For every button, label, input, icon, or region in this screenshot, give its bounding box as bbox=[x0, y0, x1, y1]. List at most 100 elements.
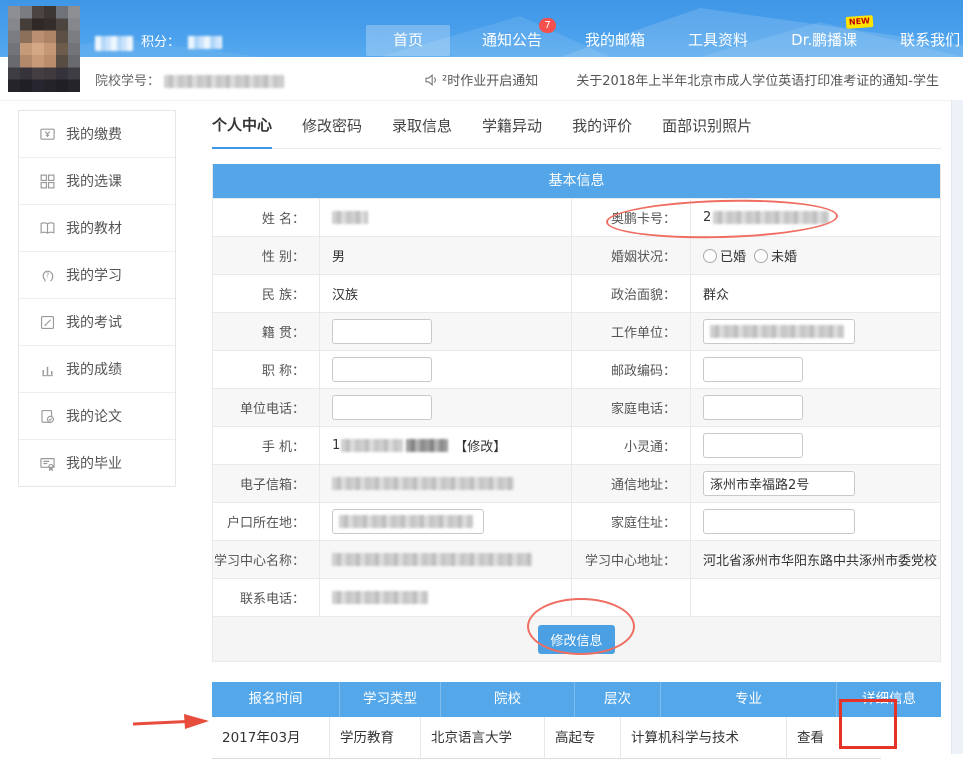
student-id-redacted bbox=[164, 75, 284, 88]
email-label: 电子信箱： bbox=[213, 465, 320, 502]
mailing-address-input[interactable] bbox=[703, 471, 855, 496]
tab-my-evaluation[interactable]: 我的评价 bbox=[572, 108, 632, 148]
points-value-redacted bbox=[188, 36, 222, 49]
card-number-label: 奥鹏卡号： bbox=[572, 199, 691, 236]
form-row-mobile-pager: 手 机： 1【修改】 小灵通： bbox=[213, 426, 940, 464]
job-title-input[interactable] bbox=[332, 357, 432, 382]
work-phone-input[interactable] bbox=[332, 395, 432, 420]
form-row-ethnicity-politics: 民 族： 汉族 政治面貌： 群众 bbox=[213, 274, 940, 312]
email-redacted bbox=[332, 477, 514, 490]
sidebar-item-label: 我的学习 bbox=[66, 265, 122, 285]
pager-input[interactable] bbox=[703, 433, 803, 458]
card-number-value: 2 bbox=[691, 199, 940, 236]
sidebar-item-label: 我的教材 bbox=[66, 218, 122, 238]
course-grid-icon bbox=[39, 173, 56, 190]
political-status-label: 政治面貌： bbox=[572, 275, 691, 312]
home-phone-input[interactable] bbox=[703, 395, 803, 420]
married-option-label: 已婚 bbox=[720, 246, 746, 265]
sidebar-item-label: 我的毕业 bbox=[66, 453, 122, 473]
form-row-nativeplace-workunit: 籍 贯： 工作单位： bbox=[213, 312, 940, 350]
tab-change-password[interactable]: 修改密码 bbox=[302, 108, 362, 148]
cell-level: 高起专 bbox=[545, 717, 621, 759]
marital-status-label: 婚姻状况： bbox=[572, 237, 691, 274]
user-avatar-photo bbox=[8, 6, 80, 92]
unmarried-radio[interactable] bbox=[754, 249, 768, 263]
nav-item-tools[interactable]: 工具资料 bbox=[688, 25, 748, 56]
residence-input[interactable] bbox=[332, 509, 484, 534]
tab-status-change[interactable]: 学籍异动 bbox=[482, 108, 542, 148]
student-id-row: 院校学号： bbox=[95, 70, 284, 89]
col-header-enroll-time: 报名时间 bbox=[212, 682, 340, 717]
learning-center-name-label: 学习中心名称： bbox=[213, 541, 320, 578]
email-value bbox=[320, 465, 572, 502]
modify-mobile-link[interactable]: 【修改】 bbox=[454, 436, 506, 455]
sidebar-item-label: 我的论文 bbox=[66, 406, 122, 426]
sidebar-item-exams[interactable]: 我的考试 bbox=[19, 298, 175, 345]
user-name-redacted bbox=[95, 36, 133, 51]
residence-redacted bbox=[339, 515, 473, 528]
native-place-input[interactable] bbox=[332, 319, 432, 344]
sidebar-item-graduation[interactable]: 我的毕业 bbox=[19, 439, 175, 486]
work-unit-input[interactable] bbox=[703, 319, 855, 344]
sidebar-item-grades[interactable]: 我的成绩 bbox=[19, 345, 175, 392]
postcode-input[interactable] bbox=[703, 357, 803, 382]
sidebar-item-label: 我的选课 bbox=[66, 171, 122, 191]
form-row-contactphone: 联系电话： bbox=[213, 578, 940, 616]
learning-center-name-redacted bbox=[332, 553, 532, 566]
name-label: 姓 名： bbox=[213, 199, 320, 236]
tab-admission-info[interactable]: 录取信息 bbox=[392, 108, 452, 148]
info-bar: 院校学号： ²时作业开启通知 关于2018年上半年北京市成人学位英语打印准考证的… bbox=[0, 57, 963, 101]
mobile-redacted bbox=[341, 439, 403, 452]
nav-item-notices[interactable]: 通知公告7 bbox=[482, 25, 542, 56]
nav-item-home[interactable]: 首页 bbox=[366, 25, 450, 56]
gender-value: 男 bbox=[320, 237, 572, 274]
name-redacted bbox=[332, 211, 368, 224]
tab-personal-center[interactable]: 个人中心 bbox=[212, 107, 272, 149]
nav-item-mailbox[interactable]: 我的邮箱 bbox=[585, 25, 645, 56]
col-header-institution: 院校 bbox=[441, 682, 575, 717]
home-address-input[interactable] bbox=[703, 509, 855, 534]
cell-study-type: 学历教育 bbox=[330, 717, 421, 759]
sidebar-item-payment[interactable]: 我的缴费 bbox=[19, 111, 175, 157]
points-label: 积分： bbox=[141, 35, 180, 50]
sidebar-item-textbooks[interactable]: 我的教材 bbox=[19, 204, 175, 251]
nav-item-dr-peng-course[interactable]: Dr.鹏播课NEW bbox=[791, 25, 857, 56]
nav-item-contact-us[interactable]: 联系我们 bbox=[900, 25, 960, 56]
ticker-item[interactable]: ²时作业开启通知 bbox=[424, 70, 538, 89]
thesis-icon bbox=[39, 408, 56, 425]
enrollment-table-header: 报名时间 学习类型 院校 层次 专业 详细信息 bbox=[212, 682, 941, 717]
profile-tabs: 个人中心 修改密码 录取信息 学籍异动 我的评价 面部识别照片 bbox=[212, 108, 941, 149]
name-value bbox=[320, 199, 572, 236]
home-address-label: 家庭住址： bbox=[572, 503, 691, 540]
mobile-verified-redacted bbox=[406, 439, 448, 452]
form-row-learningcenter: 学习中心名称： 学习中心地址： 河北省涿州市华阳东路中共涿州市委党校 bbox=[213, 540, 940, 578]
tab-face-photo[interactable]: 面部识别照片 bbox=[662, 108, 752, 148]
points-row: 积分： bbox=[141, 33, 222, 53]
residence-label: 户口所在地： bbox=[213, 503, 320, 540]
annotation-arrow bbox=[131, 710, 211, 736]
form-title: 基本信息 bbox=[213, 164, 940, 198]
exam-icon bbox=[39, 314, 56, 331]
sidebar-item-course-selection[interactable]: 我的选课 bbox=[19, 157, 175, 204]
col-header-major: 专业 bbox=[661, 682, 837, 717]
contact-phone-value bbox=[320, 579, 572, 616]
empty-label bbox=[572, 579, 691, 616]
learning-center-address-label: 学习中心地址： bbox=[572, 541, 691, 578]
view-details-link[interactable]: 查看 bbox=[787, 717, 881, 759]
sidebar-item-learning[interactable]: ? 我的学习 bbox=[19, 251, 175, 298]
married-radio[interactable] bbox=[703, 249, 717, 263]
mailing-address-label: 通信地址： bbox=[572, 465, 691, 502]
col-header-details: 详细信息 bbox=[837, 682, 941, 717]
work-unit-label: 工作单位： bbox=[572, 313, 691, 350]
political-status-value: 群众 bbox=[691, 275, 940, 312]
cell-institution: 北京语言大学 bbox=[421, 717, 545, 759]
scrollbar-track[interactable] bbox=[951, 100, 963, 754]
ticker-item[interactable]: 关于2018年上半年北京市成人学位英语打印准考证的通知-学生 bbox=[576, 70, 939, 89]
sidebar-item-thesis[interactable]: 我的论文 bbox=[19, 392, 175, 439]
svg-text:?: ? bbox=[45, 270, 49, 279]
modify-info-button[interactable]: 修改信息 bbox=[538, 625, 614, 654]
notice-ticker: ²时作业开启通知 关于2018年上半年北京市成人学位英语打印准考证的通知-学生 … bbox=[424, 70, 963, 89]
cell-enroll-time: 2017年03月 bbox=[212, 717, 330, 759]
learning-center-name-value bbox=[320, 541, 572, 578]
cell-major: 计算机科学与技术 bbox=[621, 717, 787, 759]
